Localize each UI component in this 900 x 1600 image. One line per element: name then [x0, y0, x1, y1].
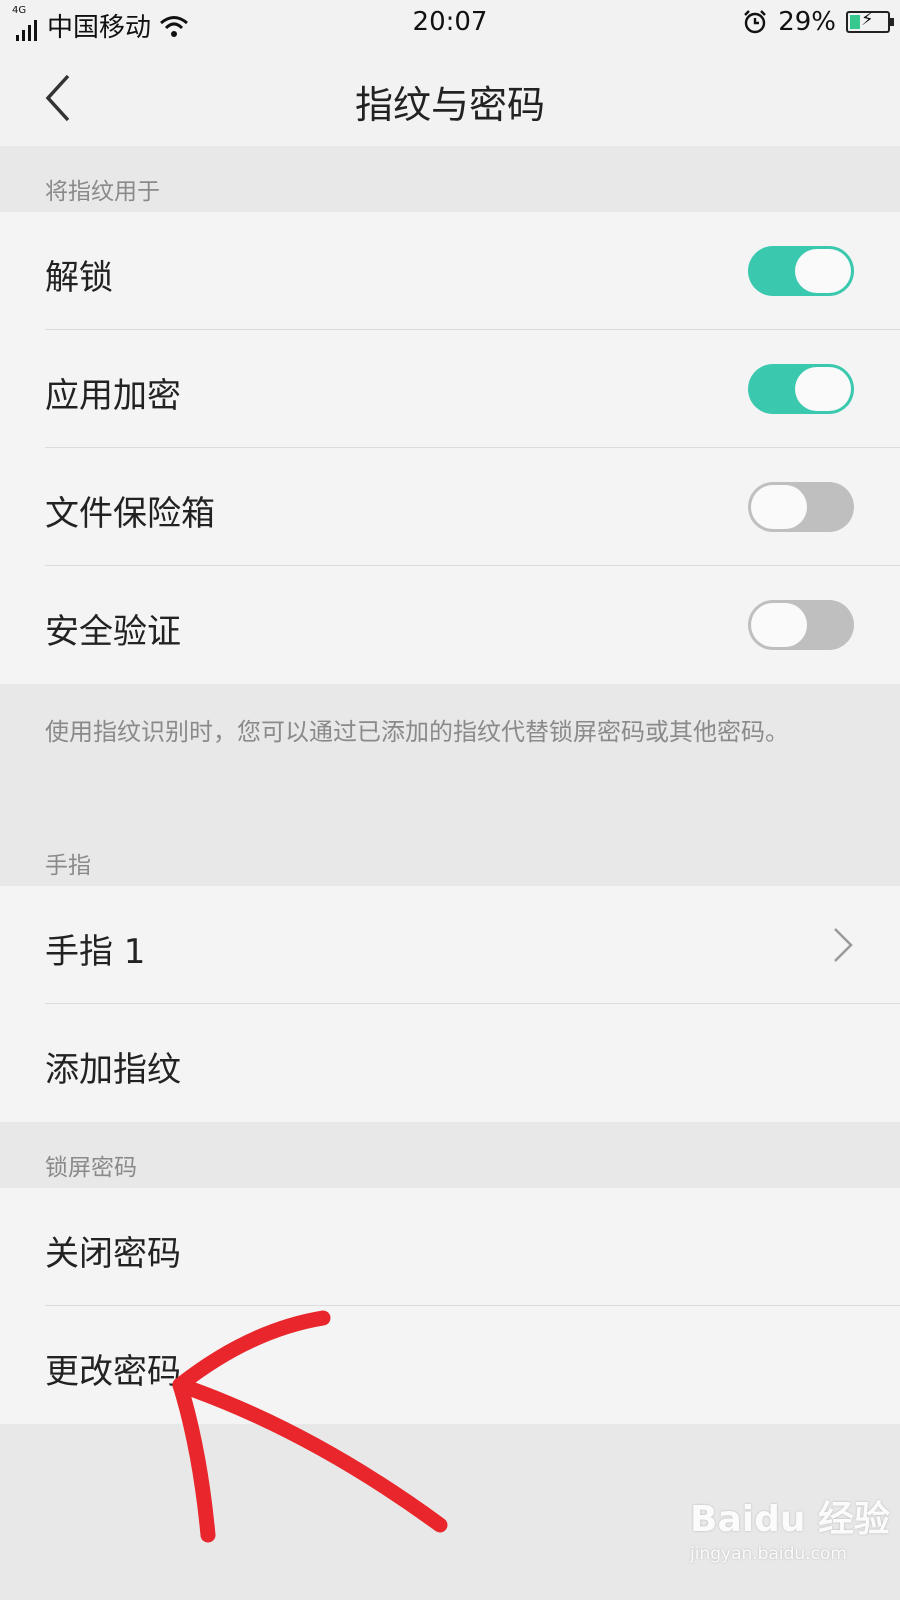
unlock-toggle[interactable]: [748, 246, 854, 296]
section-label-fingerprint-usage: 将指纹用于: [45, 179, 160, 205]
turn-off-password-label: 关闭密码: [45, 1234, 181, 1274]
watermark-brand: Baidu 经验: [690, 1499, 891, 1540]
fingerprint-note: 使用指纹识别时，您可以通过已添加的指纹代替锁屏密码或其他密码。: [45, 718, 789, 746]
status-bar: 4G 中国移动 20:07 29% ⚡: [0, 0, 900, 48]
app-encryption-toggle[interactable]: [748, 364, 854, 414]
setting-label: 应用加密: [45, 376, 181, 416]
setting-label: 安全验证: [45, 612, 181, 652]
chevron-right-icon: [834, 928, 853, 962]
turn-off-password-item[interactable]: 关闭密码: [0, 1188, 900, 1306]
page-title: 指纹与密码: [354, 83, 545, 127]
setting-label: 解锁: [45, 258, 113, 298]
setting-row-file-safe[interactable]: 文件保险箱: [0, 448, 900, 566]
setting-row-unlock[interactable]: 解锁: [0, 212, 900, 330]
setting-row-app-encryption[interactable]: 应用加密: [0, 330, 900, 448]
lock-password-group: 关闭密码 更改密码: [0, 1188, 900, 1424]
baidu-watermark: Baidu 经验 jingyan.baidu.com: [690, 1490, 890, 1564]
setting-label: 文件保险箱: [45, 494, 215, 534]
battery-icon: ⚡: [846, 9, 894, 33]
setting-row-security-verification[interactable]: 安全验证: [0, 566, 900, 684]
add-fingerprint-label: 添加指纹: [45, 1050, 181, 1090]
finger-label: 手指 1: [45, 932, 146, 972]
section-label-lock-password: 锁屏密码: [45, 1155, 137, 1181]
list-item-finger-1[interactable]: 手指 1: [0, 886, 900, 1004]
change-password-label: 更改密码: [45, 1352, 181, 1392]
status-right: 29% ⚡: [742, 7, 894, 37]
section-label-fingers: 手指: [45, 853, 91, 879]
title-bar: 指纹与密码: [0, 48, 900, 146]
alarm-icon: [744, 10, 767, 34]
add-fingerprint-item[interactable]: 添加指纹: [0, 1004, 900, 1122]
fingerprint-usage-group: 解锁 应用加密 文件保险箱 安全验证: [0, 212, 900, 684]
battery-percent: 29%: [778, 7, 836, 37]
fingers-group: 手指 1 添加指纹: [0, 886, 900, 1122]
watermark-url: jingyan.baidu.com: [690, 1544, 847, 1564]
file-safe-toggle[interactable]: [748, 482, 854, 532]
security-verification-toggle[interactable]: [748, 600, 854, 650]
change-password-item[interactable]: 更改密码: [0, 1306, 900, 1424]
